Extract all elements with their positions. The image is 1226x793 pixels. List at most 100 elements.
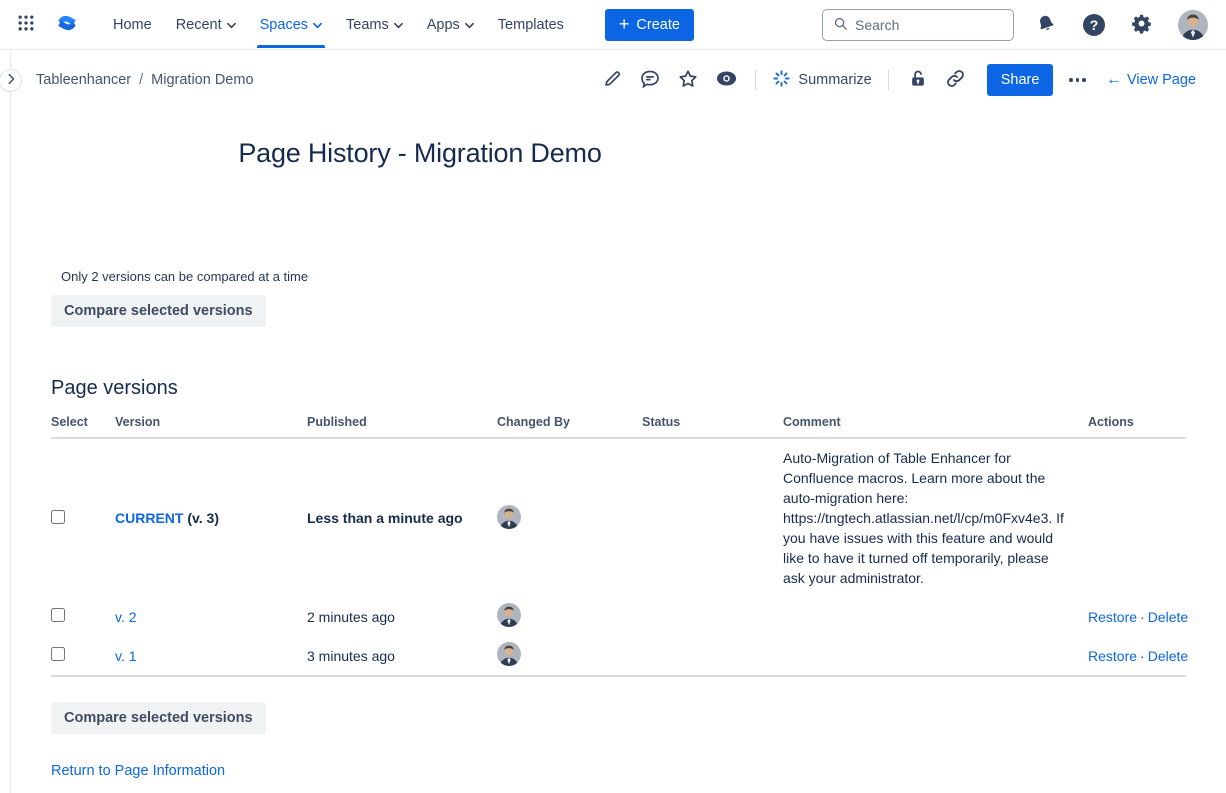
eye-icon	[715, 67, 738, 93]
gear-icon	[1131, 13, 1152, 37]
settings-button[interactable]	[1127, 9, 1156, 41]
confluence-logo-icon	[54, 10, 80, 39]
page-versions-heading: Page versions	[51, 377, 1186, 400]
version-select-checkbox[interactable]	[51, 510, 65, 524]
avatar	[1178, 10, 1208, 40]
breadcrumb-space-link[interactable]: Tableenhancer	[36, 72, 131, 88]
chevron-down-icon	[465, 22, 474, 29]
view-page-link[interactable]: ← View Page	[1106, 72, 1196, 88]
summarize-button[interactable]: Summarize	[768, 63, 875, 98]
published-time: Less than a minute ago	[307, 438, 497, 597]
changed-by-avatar[interactable]	[497, 642, 521, 666]
version-number-label: (v. 3)	[183, 510, 219, 526]
app-grid-icon	[16, 13, 36, 36]
app-switcher-button[interactable]	[12, 9, 40, 40]
pencil-icon	[602, 68, 623, 92]
actions-cell	[1088, 438, 1186, 597]
nav-item-apps[interactable]: Apps	[418, 3, 483, 47]
nav-item-spaces[interactable]: Spaces	[251, 3, 331, 47]
column-header-changed-by: Changed By	[497, 409, 642, 438]
comments-button[interactable]	[633, 64, 667, 96]
changed-by-avatar[interactable]	[497, 603, 521, 627]
top-nav: Home Recent Spaces Teams	[0, 0, 1226, 50]
chevron-right-icon	[6, 73, 16, 88]
restore-link[interactable]: Restore	[1088, 648, 1137, 664]
chevron-down-icon	[313, 22, 322, 29]
column-header-comment: Comment	[783, 409, 1088, 438]
page-title: Page History - Migration Demo	[40, 138, 800, 169]
page-versions-table: Select Version Published Changed By Stat…	[51, 409, 1186, 677]
chevron-down-icon	[227, 22, 236, 29]
search-input[interactable]	[855, 17, 1003, 33]
confluence-logo[interactable]	[50, 6, 84, 43]
copy-link-button[interactable]	[939, 64, 973, 96]
nav-item-home[interactable]: Home	[104, 3, 161, 47]
column-header-published: Published	[307, 409, 497, 438]
nav-item-teams[interactable]: Teams	[337, 3, 412, 47]
main-content: Page History - Migration Demo Only 2 ver…	[0, 138, 1226, 779]
table-row: v. 2 2 minutes ago	[51, 597, 1186, 636]
column-header-status: Status	[642, 409, 783, 438]
table-header-row: Select Version Published Changed By Stat…	[51, 409, 1186, 438]
version-link-v1[interactable]: v. 1	[115, 648, 137, 664]
version-link-current[interactable]: CURRENT	[115, 510, 183, 526]
share-button[interactable]: Share	[987, 64, 1054, 96]
return-to-page-information-link[interactable]: Return to Page Information	[51, 763, 225, 779]
toolbar-divider	[755, 70, 756, 90]
breadcrumb-page-link[interactable]: Migration Demo	[151, 72, 253, 88]
sidebar-expand-button[interactable]	[0, 69, 22, 92]
changed-by-avatar[interactable]	[497, 505, 521, 529]
published-time: 2 minutes ago	[307, 597, 497, 636]
compare-hint-text: Only 2 versions can be compared at a tim…	[51, 269, 1186, 284]
bell-icon	[1033, 10, 1060, 39]
actions-separator: ·	[1137, 609, 1148, 625]
compare-selected-versions-button-bottom[interactable]: Compare selected versions	[51, 702, 266, 734]
restore-link[interactable]: Restore	[1088, 609, 1137, 625]
favorite-button[interactable]	[671, 64, 705, 96]
notifications-button[interactable]	[1032, 9, 1061, 41]
chevron-down-icon	[394, 22, 403, 29]
published-time: 3 minutes ago	[307, 636, 497, 676]
status-cell	[642, 636, 783, 676]
version-comment	[783, 636, 1088, 676]
sidebar-collapsed-divider	[10, 50, 11, 793]
plus-icon: +	[619, 15, 630, 33]
create-button[interactable]: + Create	[605, 9, 694, 41]
nav-item-templates[interactable]: Templates	[489, 3, 573, 47]
link-icon	[945, 68, 966, 92]
delete-link[interactable]: Delete	[1148, 609, 1188, 625]
version-select-checkbox[interactable]	[51, 647, 65, 661]
breadcrumb: Tableenhancer / Migration Demo	[36, 72, 254, 88]
version-comment	[783, 597, 1088, 636]
toolbar-divider	[888, 70, 889, 90]
edit-button[interactable]	[595, 64, 629, 96]
column-header-select: Select	[51, 409, 115, 438]
comment-icon	[639, 68, 661, 93]
profile-button[interactable]	[1174, 6, 1212, 44]
search-icon	[833, 16, 848, 34]
help-button[interactable]: ?	[1079, 10, 1109, 40]
primary-nav: Home Recent Spaces Teams	[104, 3, 573, 47]
actions-cell: Restore·Delete	[1088, 636, 1186, 676]
actions-separator: ·	[1137, 648, 1148, 664]
nav-item-recent[interactable]: Recent	[167, 3, 245, 47]
column-header-version: Version	[115, 409, 307, 438]
version-link-v2[interactable]: v. 2	[115, 609, 137, 625]
more-options-icon	[1069, 78, 1086, 82]
star-icon	[677, 68, 699, 93]
help-icon: ?	[1083, 14, 1105, 36]
table-row: CURRENT (v. 3) Less than a minute ago	[51, 438, 1186, 597]
version-select-checkbox[interactable]	[51, 608, 65, 622]
search-box[interactable]	[822, 9, 1014, 41]
more-options-button[interactable]	[1063, 70, 1092, 90]
restrictions-button[interactable]	[901, 64, 935, 96]
actions-cell: Restore·Delete	[1088, 597, 1186, 636]
left-arrow-icon: ←	[1106, 72, 1122, 88]
delete-link[interactable]: Delete	[1148, 648, 1188, 664]
compare-selected-versions-button-top[interactable]: Compare selected versions	[51, 295, 266, 327]
ai-sparkle-icon	[772, 69, 791, 92]
status-cell	[642, 438, 783, 597]
unlock-icon	[908, 69, 928, 92]
table-row: v. 1 3 minutes ago	[51, 636, 1186, 676]
watch-button[interactable]	[709, 64, 743, 96]
